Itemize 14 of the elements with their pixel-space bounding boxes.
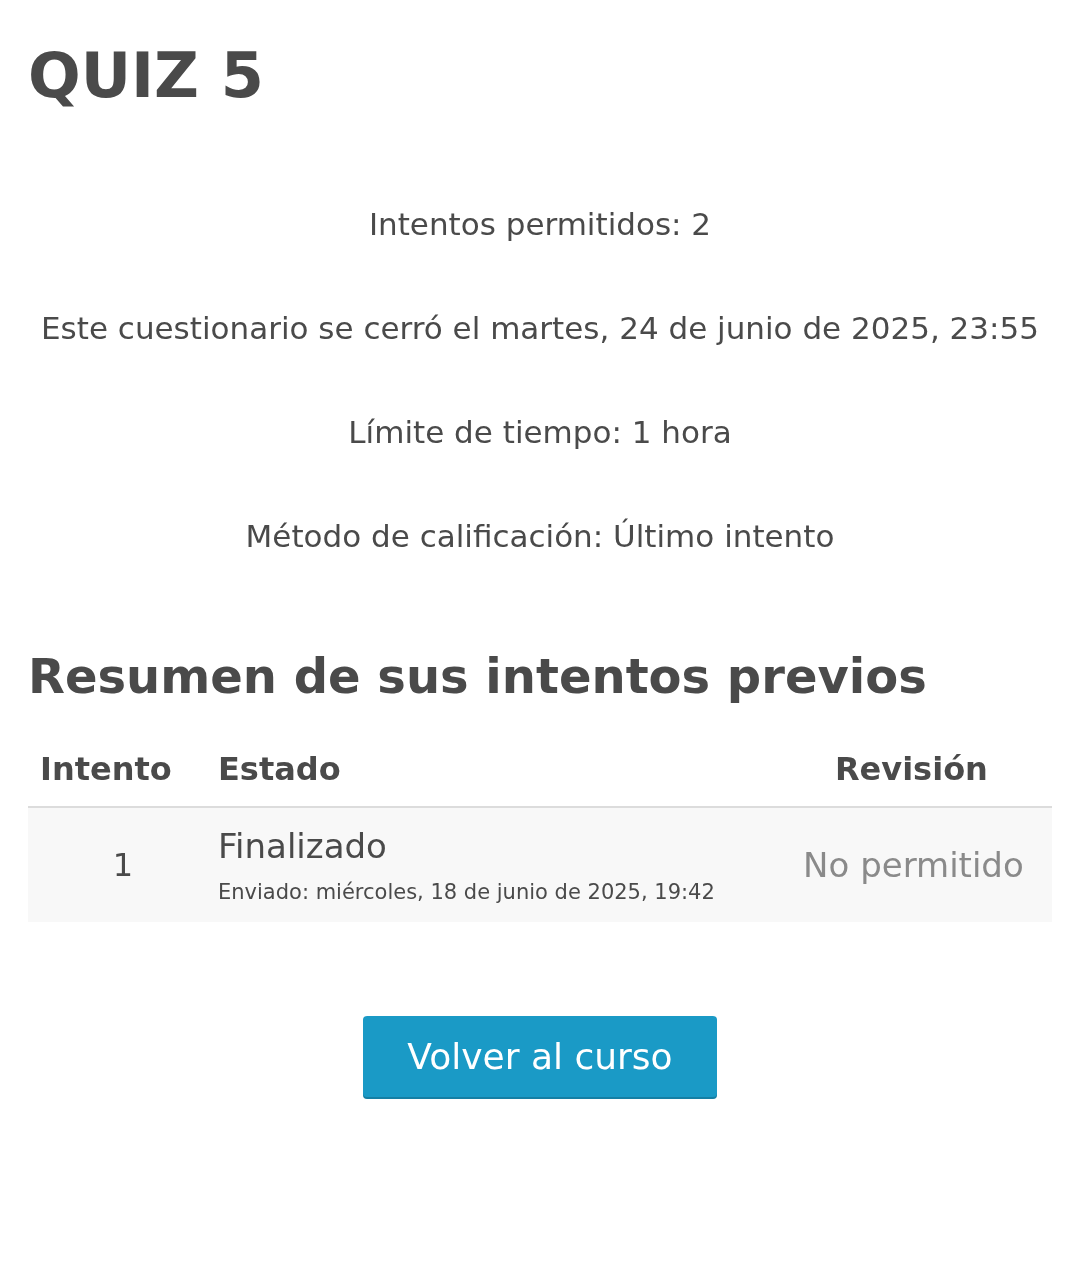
section-heading: Resumen de sus intentos previos <box>28 648 928 706</box>
quiz-info-text: Límite de tiempo: 1 hora <box>347 413 733 453</box>
column-header: Intento <box>28 749 218 807</box>
quiz-info-text: Este cuestionario se cerró el martes, 24 de junio de 2025, 23:55 <box>40 309 1040 349</box>
attempt-state: Finalizado <box>218 825 388 866</box>
back-to-course-button[interactable]: Volver al curso <box>363 1015 717 1097</box>
column-header: Estado <box>218 749 771 807</box>
attempt-number: 1 <box>112 845 134 884</box>
column-header: Revisión <box>770 749 1052 807</box>
page-title: QUIZ 5 <box>28 42 265 111</box>
quiz-info-text: Método de calificación: Último intento <box>244 517 836 557</box>
submitted-date: Enviado: miércoles, 18 de junio de 2025, 19:42 <box>218 879 716 904</box>
review-status: No permitido <box>803 844 1024 885</box>
quiz-info-text: Intentos permitidos: 2 <box>367 205 713 245</box>
